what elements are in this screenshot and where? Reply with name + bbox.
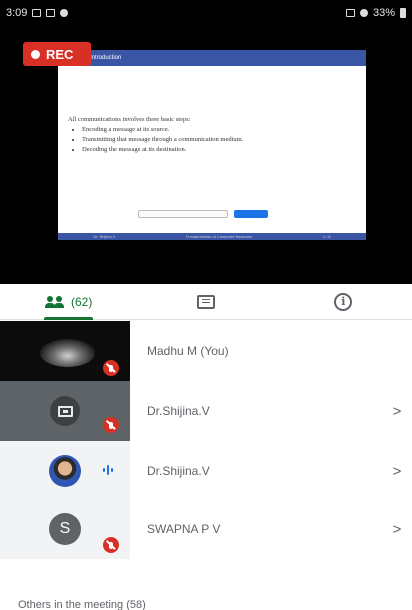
info-icon: i <box>334 292 353 311</box>
participant-row[interactable]: S SWAPNA P V > <box>0 499 412 559</box>
participant-name: Dr.Shijina.V <box>147 404 210 418</box>
notification-icon <box>46 9 56 17</box>
others-section-label: Others in the meeting (58) <box>18 599 146 610</box>
present-screen-icon <box>50 396 80 426</box>
participant-row[interactable]: Dr.Shijina.V > <box>0 441 412 501</box>
slide-bullet: Decoding the message at its destination. <box>82 146 366 153</box>
participant-row[interactable]: Dr.Shijina.V > <box>0 381 412 441</box>
people-count: (62) <box>70 294 93 309</box>
mic-off-icon <box>103 417 119 433</box>
slide-header: Introduction <box>58 50 366 66</box>
slide-intro: All communications involves three basic … <box>68 116 191 123</box>
status-bar: 3:09 33% <box>0 0 412 26</box>
mic-off-icon <box>103 537 119 553</box>
meeting-tabs: (62) i <box>0 284 412 320</box>
cast-icon <box>345 9 355 17</box>
slide-footer: Dr. Shijina V Fundamentals of Computer N… <box>58 233 366 240</box>
speaking-indicator-icon <box>103 465 113 475</box>
tab-chat[interactable] <box>137 284 274 319</box>
mic-off-icon <box>103 360 119 376</box>
people-icon <box>44 295 65 308</box>
shared-screen-area[interactable]: 3:09 33% REC Introduction All communicat… <box>0 0 412 284</box>
slide-footer-page: 1 / 8 <box>322 234 331 239</box>
gallery-icon <box>32 9 42 17</box>
recording-label: REC <box>46 46 74 62</box>
slide-bullet-list: Encoding a message at its source. Transm… <box>82 126 366 153</box>
status-time: 3:09 <box>6 7 28 19</box>
participant-name: Madhu M (You) <box>147 344 229 358</box>
chevron-right-icon[interactable]: > <box>382 521 412 538</box>
slide-control-bar <box>138 210 228 218</box>
slide-bullet: Encoding a message at its source. <box>82 126 366 133</box>
avatar <box>49 455 81 487</box>
record-dot-icon <box>31 49 40 59</box>
slide-footer-title: Fundamentals of Computer Networks <box>185 234 253 239</box>
participant-screen-tile <box>0 381 130 441</box>
slide-body: All communications involves three basic … <box>58 66 366 153</box>
participant-avatar-tile: S <box>0 499 130 559</box>
tab-people[interactable]: (62) <box>0 284 137 320</box>
recording-badge: REC <box>23 42 91 66</box>
slide-footer-author: Dr. Shijina V <box>93 234 116 239</box>
app-notification-icon <box>60 9 69 17</box>
slide-bullet: Transmitting that message through a comm… <box>82 136 366 143</box>
chevron-right-icon[interactable]: > <box>382 463 412 480</box>
battery-percent: 33% <box>372 7 395 19</box>
tab-info[interactable]: i <box>275 284 412 319</box>
avatar: S <box>49 513 81 545</box>
participant-video-tile <box>0 321 130 381</box>
chat-icon <box>196 294 215 309</box>
participant-name: Dr.Shijina.V <box>147 464 210 478</box>
participant-avatar-tile <box>0 441 130 501</box>
chevron-right-icon[interactable]: > <box>382 403 412 420</box>
participant-row[interactable]: Madhu M (You) <box>0 321 412 381</box>
slide-control-button <box>234 210 268 218</box>
participant-name: SWAPNA P V <box>147 522 221 536</box>
battery-icon <box>400 8 406 18</box>
video-feed <box>40 339 95 367</box>
presentation-slide: Introduction All communications involves… <box>58 50 366 240</box>
signal-icon <box>359 9 368 17</box>
slide-controls <box>138 210 268 218</box>
